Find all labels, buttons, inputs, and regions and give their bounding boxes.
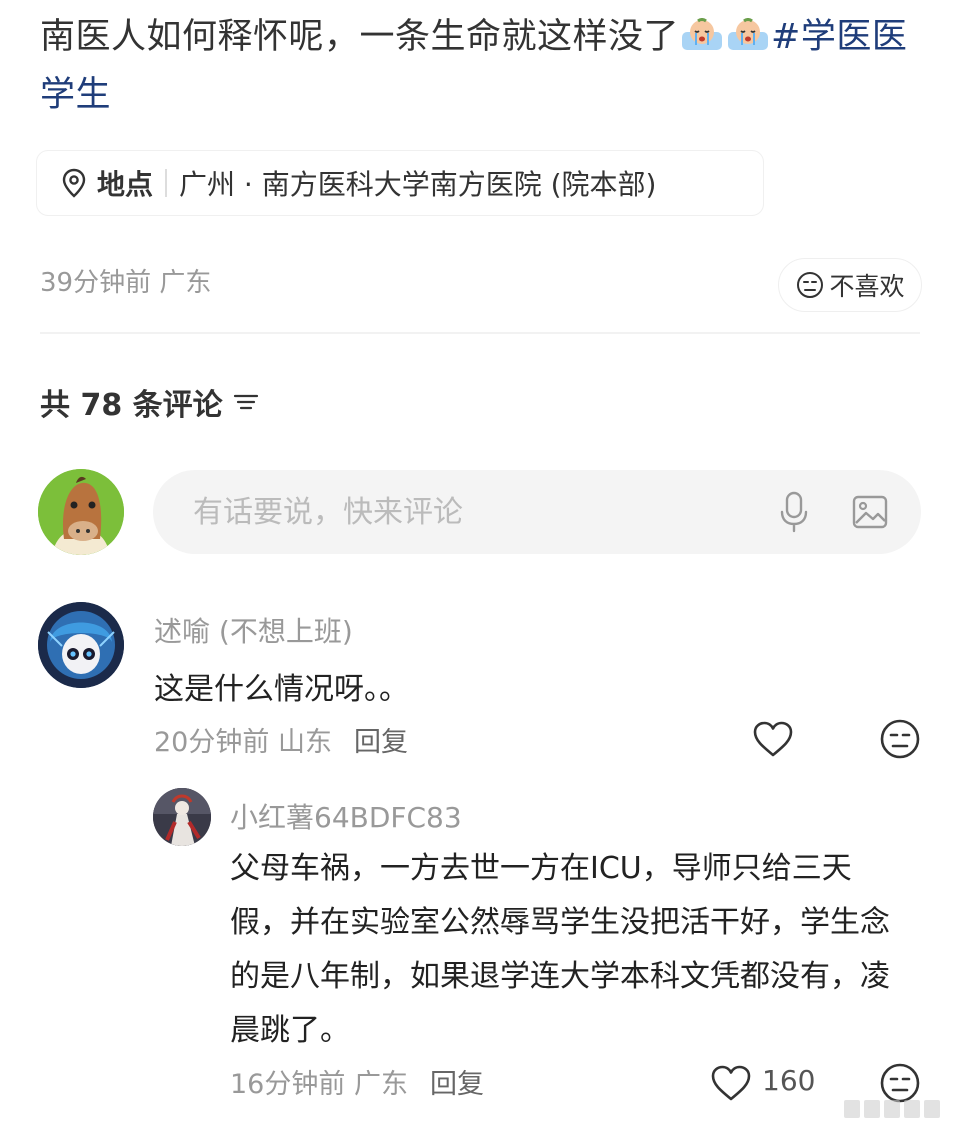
location-name: 广州 · 南方医科大学南方医院 (院本部) <box>179 168 657 201</box>
meh-face-icon <box>797 272 824 298</box>
comment-author-name[interactable]: 述喻 (不想上班) <box>154 610 353 650</box>
reply-author-name[interactable]: 小红薯64BDFC83 <box>230 796 462 836</box>
my-avatar[interactable] <box>38 469 124 555</box>
comment-time-region: 20分钟前 山东 <box>154 727 332 758</box>
crying-face-emoji-icon <box>728 18 769 50</box>
dislike-face-icon[interactable] <box>879 718 921 760</box>
dislike-label: 不喜欢 <box>829 272 905 301</box>
crying-face-emoji-icon <box>682 18 723 50</box>
post-content: 南医人如何释怀呢，一条生命就这样没了 #学医医学生 <box>40 8 920 124</box>
comment-author-avatar[interactable] <box>38 602 124 688</box>
reply-text: 父母车祸，一方去世一方在ICU，导师只给三天假，并在实验室公然辱骂学生没把活干好… <box>230 851 890 1048</box>
heart-icon[interactable] <box>752 720 794 758</box>
sort-icon[interactable] <box>231 390 261 414</box>
watermark-logo-icon <box>844 1100 940 1118</box>
reply-meta: 16分钟前 广东 回复 <box>230 1062 484 1101</box>
like-count: 160 <box>762 1064 816 1097</box>
location-divider <box>165 169 168 197</box>
comment-text: 这是什么情况呀。。 <box>154 672 409 707</box>
reply-time-region: 16分钟前 广东 <box>230 1069 408 1100</box>
location-pin-icon <box>62 168 86 198</box>
comment-count-header: 共 78 条评论 <box>40 380 261 424</box>
microphone-icon[interactable] <box>777 490 811 534</box>
red-figure-avatar-icon <box>153 788 211 846</box>
comment-input-box[interactable] <box>153 470 921 554</box>
comment-count-label: 共 78 条评论 <box>40 388 223 423</box>
watermark <box>842 1096 952 1122</box>
comment-meta: 20分钟前 山东 回复 <box>154 720 408 759</box>
reply-button[interactable]: 回复 <box>430 1069 484 1100</box>
image-upload-icon[interactable] <box>851 494 889 530</box>
location-label: 地点 <box>97 168 154 201</box>
anime-avatar-icon <box>38 602 124 688</box>
reply-button[interactable]: 回复 <box>354 727 408 758</box>
heart-icon[interactable] <box>710 1064 752 1102</box>
horse-mask-avatar-icon <box>38 469 124 555</box>
dislike-button[interactable]: 不喜欢 <box>778 258 922 312</box>
post-time-region: 39分钟前 广东 <box>40 268 212 298</box>
post-text: 南医人如何释怀呢，一条生命就这样没了 <box>40 17 680 57</box>
reply-author-avatar[interactable] <box>153 788 211 846</box>
comment-input[interactable] <box>191 493 755 531</box>
section-divider <box>40 332 920 334</box>
location-chip[interactable]: 地点 广州 · 南方医科大学南方医院 (院本部) <box>36 150 764 216</box>
